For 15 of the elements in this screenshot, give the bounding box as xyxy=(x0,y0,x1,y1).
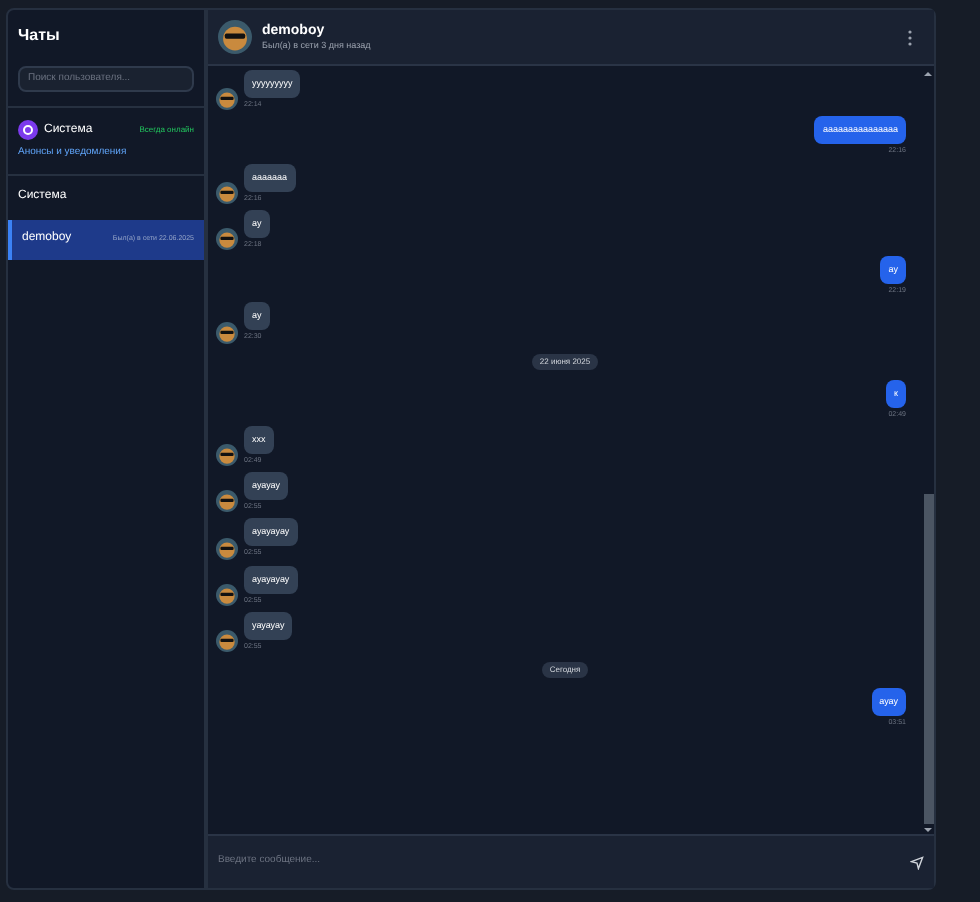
avatar-icon xyxy=(216,181,238,204)
scroll-up-icon[interactable] xyxy=(924,70,932,78)
avatar-icon xyxy=(216,630,238,652)
avatar-icon xyxy=(218,20,252,54)
send-icon[interactable] xyxy=(910,855,924,869)
avatar-icon xyxy=(216,228,238,250)
sidebar-title: Чаты xyxy=(18,24,62,48)
avatar-icon xyxy=(216,321,238,343)
avatar-icon xyxy=(216,88,238,111)
avatar-icon xyxy=(216,537,238,559)
avatar-icon xyxy=(216,444,238,466)
system-icon xyxy=(18,120,38,140)
avatar-icon xyxy=(216,583,238,606)
avatar-icon xyxy=(216,490,238,513)
scrollbar-thumb[interactable] xyxy=(923,494,933,824)
